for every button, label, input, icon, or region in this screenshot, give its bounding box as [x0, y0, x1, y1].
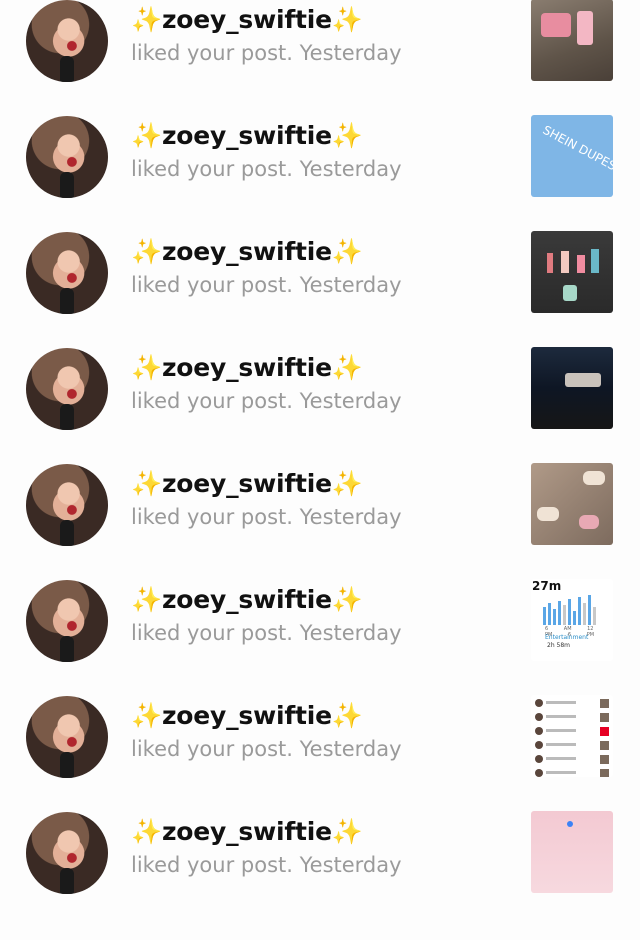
username[interactable]: zoey_swiftie [162, 5, 332, 34]
username-line[interactable]: ✨zoey_swiftie✨ [131, 817, 363, 847]
sparkle-icon: ✨ [131, 469, 162, 498]
activity-row[interactable]: ✨zoey_swiftie✨ liked your post. Yesterda… [0, 811, 640, 940]
avatar[interactable] [26, 464, 108, 546]
post-thumbnail[interactable] [531, 231, 613, 313]
sparkle-icon: ✨ [131, 237, 162, 266]
activity-row[interactable]: ✨zoey_swiftie✨ liked your post. Yesterda… [0, 231, 640, 360]
thumbnail-caption-value: 2h 58m [547, 642, 571, 649]
avatar[interactable] [26, 232, 108, 314]
activity-text: liked your post. Yesterday [131, 389, 402, 413]
username-line[interactable]: ✨zoey_swiftie✨ [131, 469, 363, 499]
username[interactable]: zoey_swiftie [162, 237, 332, 266]
avatar[interactable] [26, 0, 108, 82]
post-thumbnail[interactable] [531, 463, 613, 545]
activity-text: liked your post. Yesterday [131, 157, 402, 181]
activity-row[interactable]: ✨zoey_swiftie✨ liked your post. Yesterda… [0, 347, 640, 476]
sparkle-icon: ✨ [331, 701, 363, 730]
sparkle-icon: ✨ [131, 585, 162, 614]
activity-row[interactable]: ✨zoey_swiftie✨ liked your post. Yesterda… [0, 115, 640, 244]
avatar[interactable] [26, 812, 108, 894]
activity-text: liked your post. Yesterday [131, 41, 402, 65]
username[interactable]: zoey_swiftie [162, 701, 332, 730]
post-thumbnail[interactable] [531, 811, 613, 893]
activity-row[interactable]: ✨zoey_swiftie✨ liked your post. Yesterda… [0, 695, 640, 824]
avatar[interactable] [26, 580, 108, 662]
activity-text: liked your post. Yesterday [131, 505, 402, 529]
username[interactable]: zoey_swiftie [162, 469, 332, 498]
sparkle-icon: ✨ [131, 817, 162, 846]
username[interactable]: zoey_swiftie [162, 353, 332, 382]
username[interactable]: zoey_swiftie [162, 121, 332, 150]
username[interactable]: zoey_swiftie [162, 585, 332, 614]
avatar[interactable] [26, 348, 108, 430]
sparkle-icon: ✨ [131, 121, 162, 150]
post-thumbnail[interactable]: 27m 6 AM 12 PM 6 PM Entertainment 2h 58m [531, 579, 613, 661]
avatar[interactable] [26, 116, 108, 198]
activity-row[interactable]: ✨zoey_swiftie✨ liked your post. Yesterda… [0, 0, 640, 128]
username-line[interactable]: ✨zoey_swiftie✨ [131, 237, 363, 267]
thumbnail-text: 27m [532, 579, 562, 593]
sparkle-icon: ✨ [331, 5, 363, 34]
post-thumbnail[interactable]: SHEIN DUPES [531, 115, 613, 197]
sparkle-icon: ✨ [131, 353, 162, 382]
post-thumbnail[interactable] [531, 347, 613, 429]
activity-row[interactable]: ✨zoey_swiftie✨ liked your post. Yesterda… [0, 579, 640, 708]
sparkle-icon: ✨ [131, 701, 162, 730]
post-thumbnail[interactable] [531, 0, 613, 81]
sparkle-icon: ✨ [331, 817, 363, 846]
avatar[interactable] [26, 696, 108, 778]
sparkle-icon: ✨ [331, 469, 363, 498]
thumbnail-caption: Entertainment [545, 634, 589, 641]
sparkle-icon: ✨ [331, 121, 363, 150]
username-line[interactable]: ✨zoey_swiftie✨ [131, 353, 363, 383]
post-thumbnail[interactable] [531, 695, 613, 777]
activity-text: liked your post. Yesterday [131, 737, 402, 761]
sparkle-icon: ✨ [331, 585, 363, 614]
username-line[interactable]: ✨zoey_swiftie✨ [131, 121, 363, 151]
username-line[interactable]: ✨zoey_swiftie✨ [131, 701, 363, 731]
activity-text: liked your post. Yesterday [131, 621, 402, 645]
sparkle-icon: ✨ [331, 353, 363, 382]
activity-text: liked your post. Yesterday [131, 273, 402, 297]
sparkle-icon: ✨ [331, 237, 363, 266]
username-line[interactable]: ✨zoey_swiftie✨ [131, 585, 363, 615]
username[interactable]: zoey_swiftie [162, 817, 332, 846]
activity-row[interactable]: ✨zoey_swiftie✨ liked your post. Yesterda… [0, 463, 640, 592]
screen-time-bars [543, 595, 605, 625]
activity-text: liked your post. Yesterday [131, 853, 402, 877]
sparkle-icon: ✨ [131, 5, 162, 34]
username-line[interactable]: ✨zoey_swiftie✨ [131, 5, 363, 35]
thumbnail-text: SHEIN DUPES [540, 122, 613, 174]
